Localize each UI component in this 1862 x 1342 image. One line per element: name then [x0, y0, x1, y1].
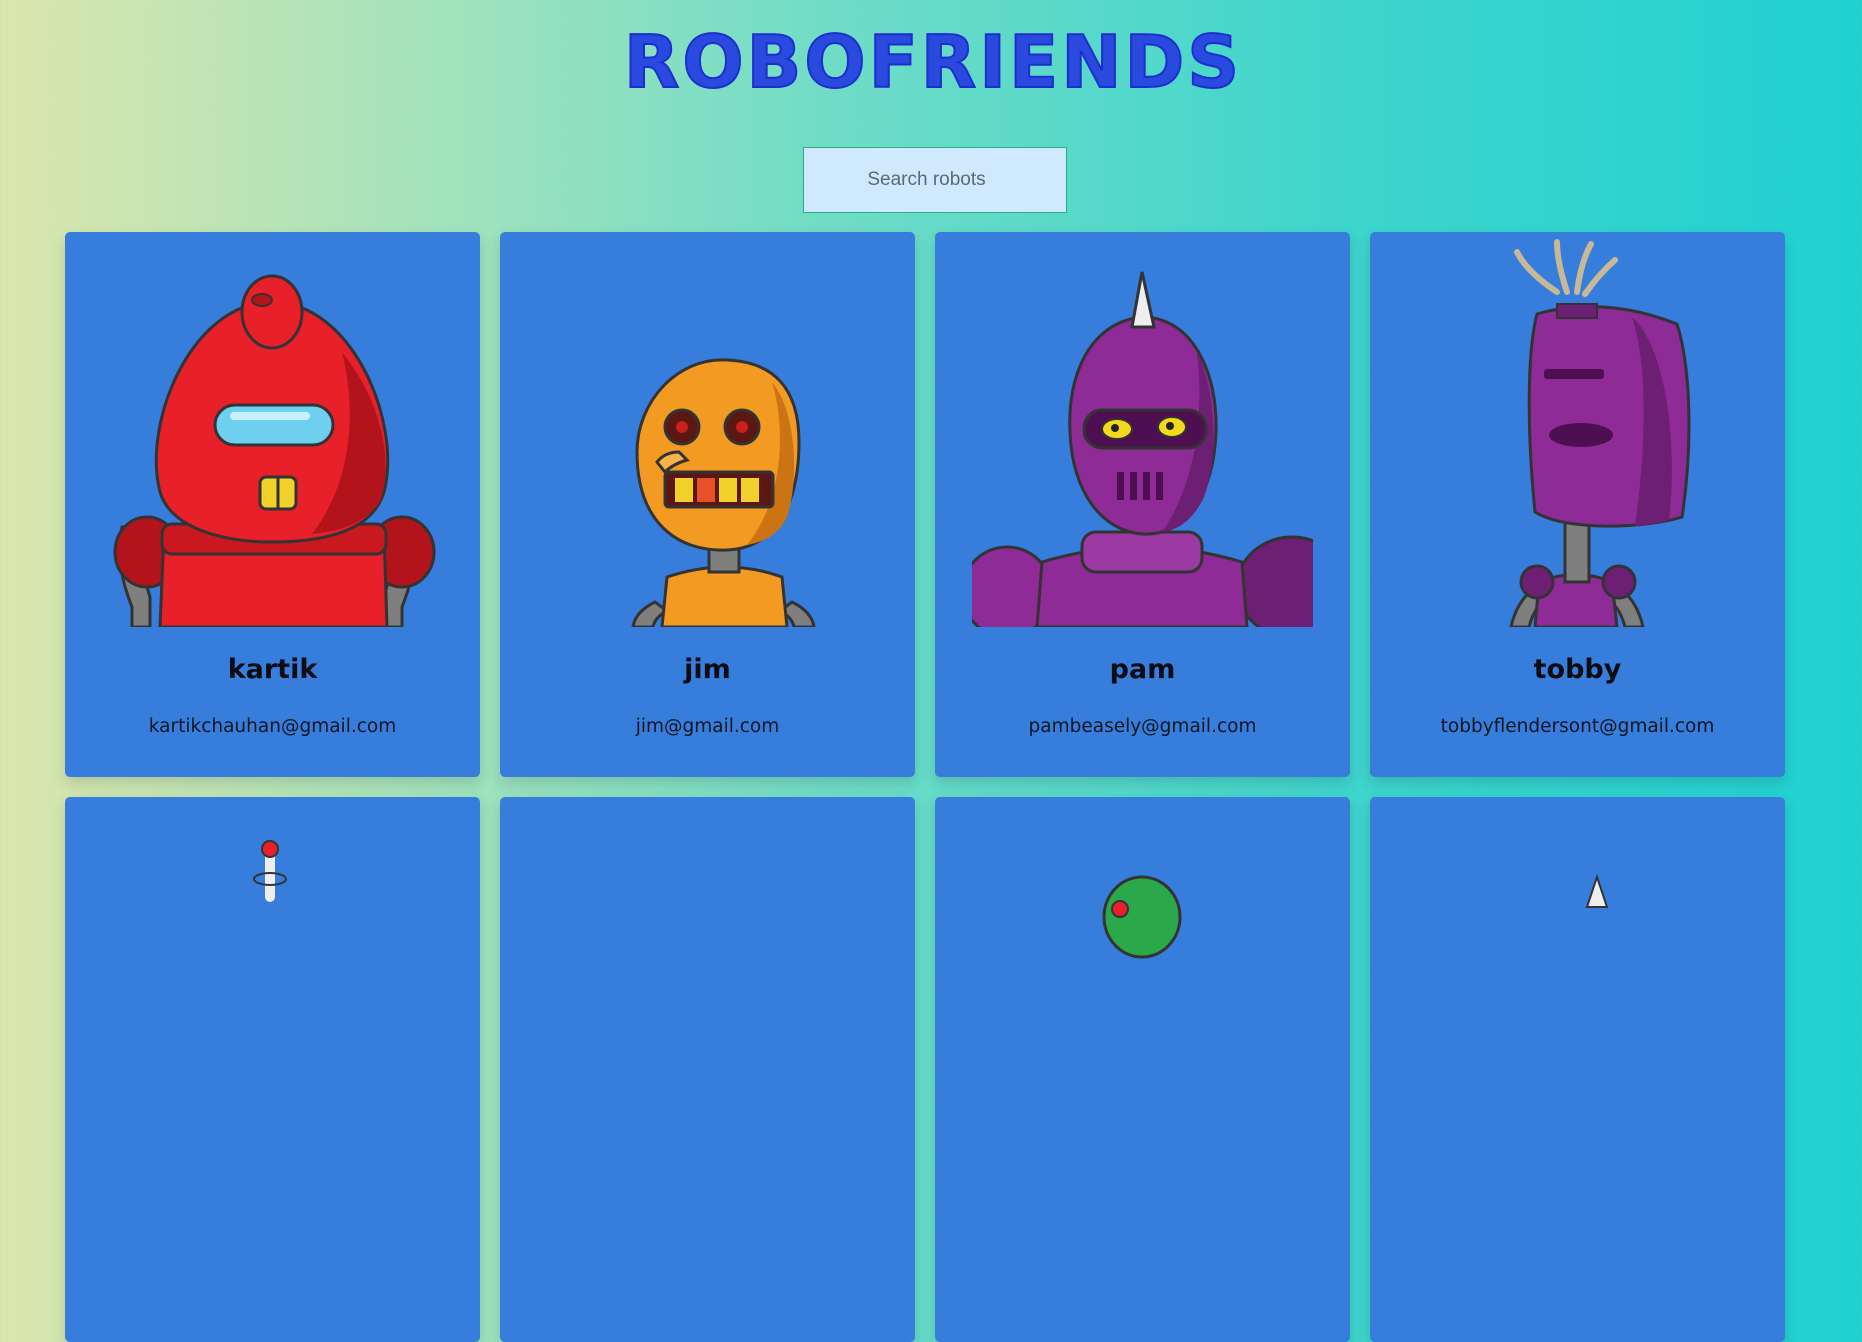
robot-avatar-spike [1585, 873, 1609, 908]
robot-card-tobby[interactable]: tobby tobbyflendersont@gmail.com [1370, 232, 1785, 777]
robot-card-jim[interactable]: jim jim@gmail.com [500, 232, 915, 777]
robot-email: jim@gmail.com [635, 716, 780, 737]
robot-card[interactable] [65, 797, 480, 1342]
page-title: ROBOFRIENDS [623, 19, 1243, 105]
robot-name: tobby [1533, 654, 1622, 685]
robot-card[interactable] [1370, 797, 1785, 1342]
robot-card-grid: kartik kartikchauhan@gmail.com jim jim@g… [65, 232, 1785, 1342]
robot-card-pam[interactable]: pam pambeasely@gmail.com [935, 232, 1350, 777]
robot-email: kartikchauhan@gmail.com [148, 716, 397, 737]
robot-card[interactable] [935, 797, 1350, 1342]
robot-avatar-antenna [253, 840, 287, 902]
robot-name: jim [684, 654, 731, 685]
search-input[interactable] [803, 147, 1067, 213]
robot-name: kartik [227, 654, 318, 685]
robot-email: pambeasely@gmail.com [1028, 716, 1257, 737]
robot-email: tobbyflendersont@gmail.com [1440, 716, 1715, 737]
robot-name: pam [1109, 654, 1176, 685]
robot-avatar-orange [631, 358, 816, 627]
robot-avatar-green [1102, 875, 1182, 959]
robot-card-kartik[interactable]: kartik kartikchauhan@gmail.com [65, 232, 480, 777]
robot-avatar-red [113, 274, 436, 627]
robot-avatar-purple-horn [972, 271, 1313, 627]
robot-card[interactable] [500, 797, 915, 1342]
robot-avatar-purple-box [1509, 239, 1691, 627]
